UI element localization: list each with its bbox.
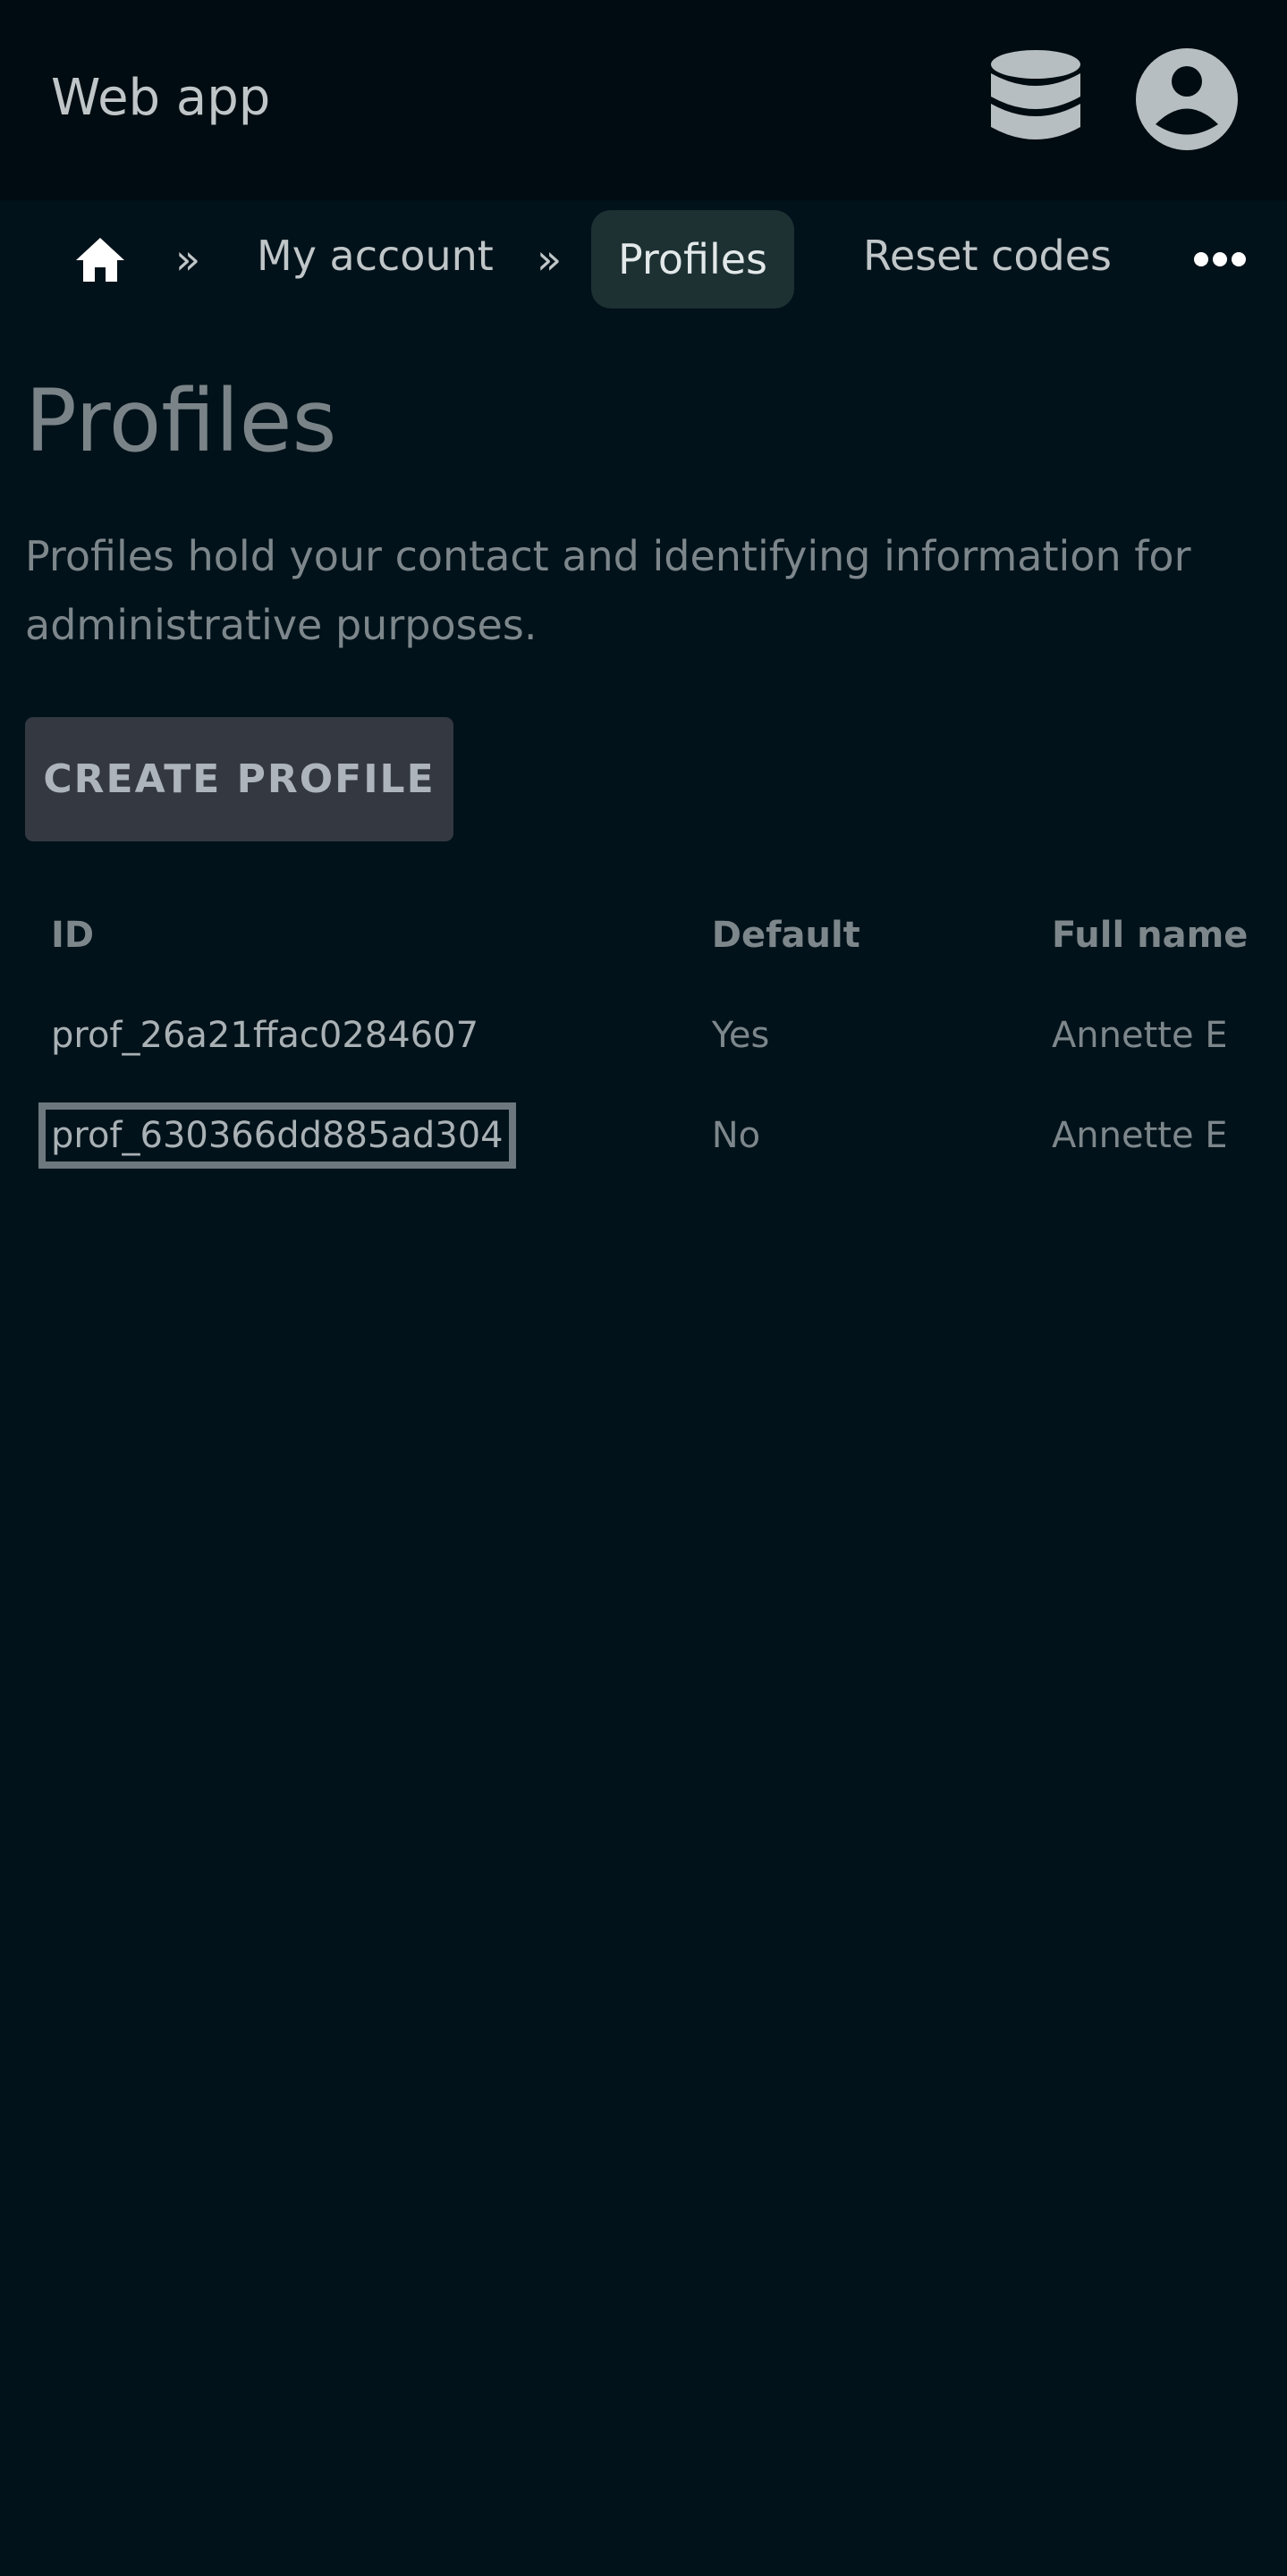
profiles-table: ID Default Full name prof_26a21ffac02846… xyxy=(25,885,1287,1180)
table-header-row: ID Default Full name xyxy=(25,885,1287,985)
home-icon[interactable] xyxy=(73,232,127,286)
column-header-full-name: Full name xyxy=(1051,915,1249,956)
default-cell: Yes xyxy=(711,1015,770,1056)
app-title: Web app xyxy=(51,69,271,127)
create-profile-button[interactable]: CREATE PROFILE xyxy=(25,717,453,841)
tab-profiles[interactable]: Profiles xyxy=(591,210,794,308)
default-cell: No xyxy=(711,1115,761,1156)
column-header-default: Default xyxy=(711,915,860,956)
database-icon[interactable] xyxy=(988,46,1083,152)
top-header: Web app xyxy=(0,0,1287,200)
column-header-id: ID xyxy=(51,915,95,956)
page-description: Profiles hold your contact and identifyi… xyxy=(25,532,1191,649)
profile-id-cell: prof_26a21ffac0284607 xyxy=(25,985,686,1085)
full-name-cell: Annette E xyxy=(1051,1115,1228,1156)
account-icon[interactable] xyxy=(1134,46,1240,152)
full-name-cell: Annette E xyxy=(1051,1015,1228,1056)
breadcrumb-separator: » xyxy=(537,235,563,283)
page-title: Profiles xyxy=(25,371,337,471)
breadcrumb-my-account[interactable]: My account xyxy=(257,229,494,283)
profile-id-link[interactable]: prof_630366dd885ad304 xyxy=(38,1102,516,1169)
profile-id-link[interactable]: prof_26a21ffac0284607 xyxy=(51,1015,478,1056)
tab-reset-codes[interactable]: Reset codes xyxy=(863,229,1112,283)
more-icon[interactable] xyxy=(1193,247,1247,272)
table-row: prof_630366dd885ad304 No Annette E xyxy=(25,1085,1287,1180)
breadcrumb-separator: » xyxy=(175,235,201,283)
table-row: prof_26a21ffac0284607 Yes Annette E xyxy=(25,985,1287,1085)
profile-id-cell: prof_630366dd885ad304 xyxy=(25,1085,686,1180)
